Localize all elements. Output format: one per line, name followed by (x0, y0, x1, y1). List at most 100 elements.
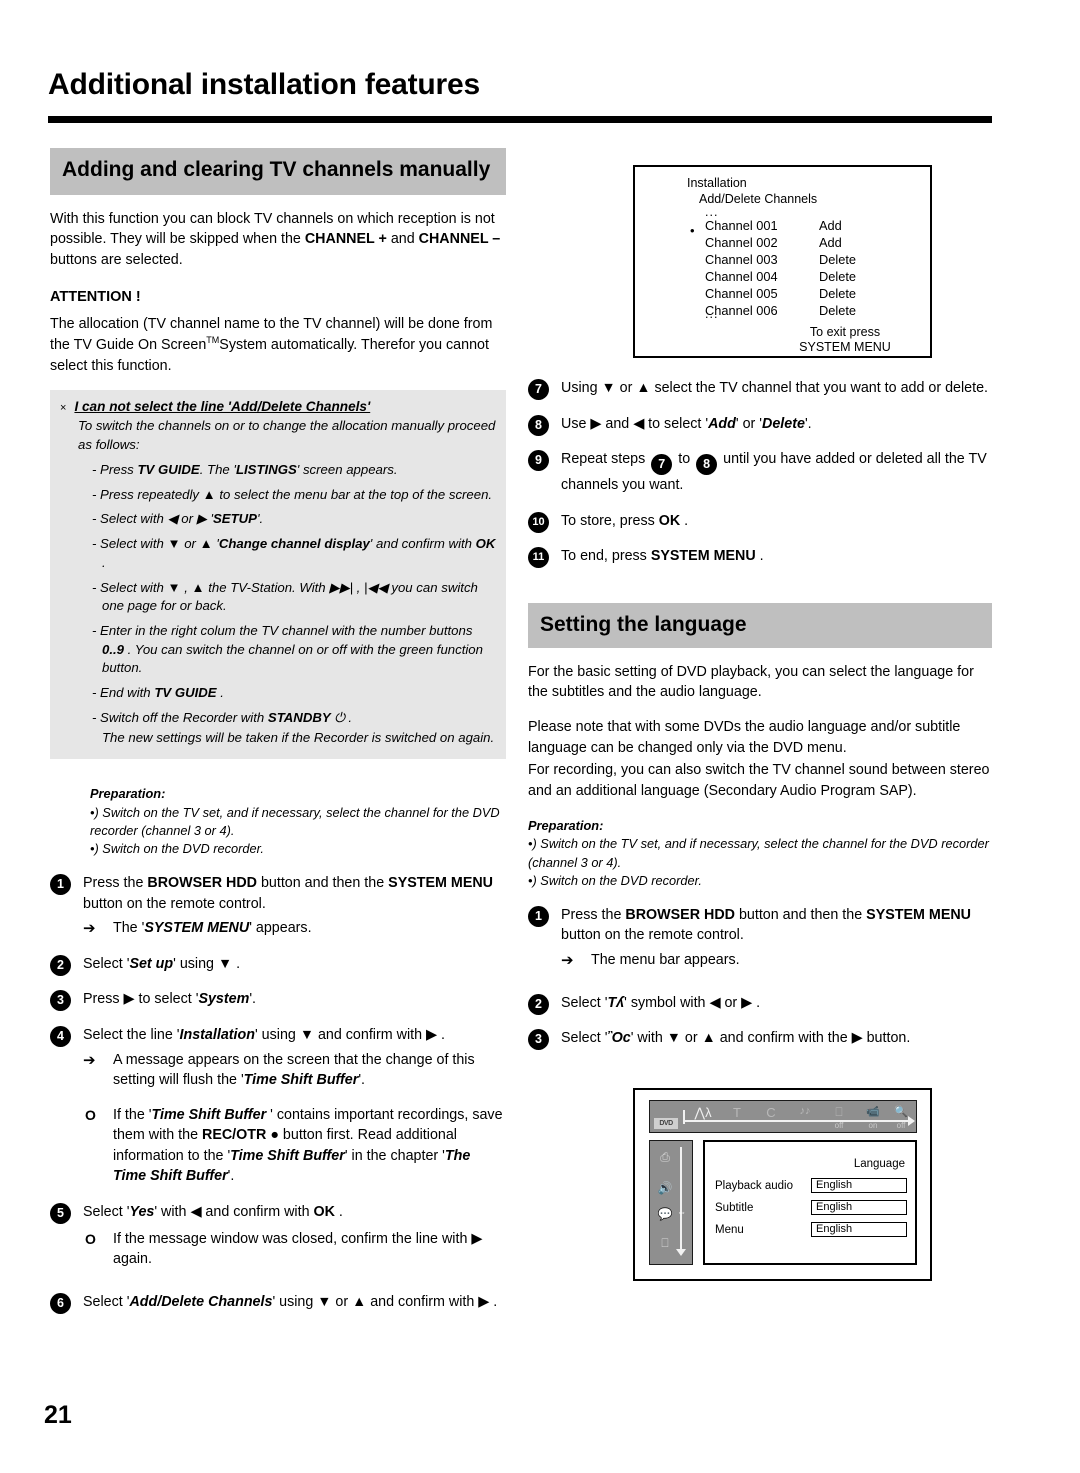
preparation-block-left: Preparation: •) Switch on the TV set, an… (90, 785, 506, 858)
tip-step-item: - End with TV GUIDE . (92, 685, 224, 701)
arrow-right-icon: ➔ (83, 920, 96, 938)
step-text: Select 'Tʎ' symbol with ◀ or ▶ . (561, 994, 761, 1011)
page-title: Additional installation features (48, 68, 480, 101)
picture-icon[interactable]: ⎙ (654, 1150, 676, 1165)
C-icon[interactable]: C (758, 1105, 784, 1120)
intro-text-b: and (390, 231, 415, 248)
audio-icon[interactable]: 🔊 (654, 1181, 676, 1195)
section-heading-setting-language: Setting the language (528, 602, 992, 648)
tv-channel-name: Channel 005 (705, 286, 778, 302)
step-text: Press the BROWSER HDD button and then th… (561, 906, 972, 944)
step-result-text: A message appears on the screen that the… (113, 1051, 475, 1089)
step-text: To store, press OK . (561, 512, 689, 529)
tv-exit-hint: To exit press SYSTEM MENU (765, 325, 925, 355)
language-paragraph-2: Please note that with some DVDs the audi… (528, 718, 961, 756)
step-number-badge: 10 (528, 511, 549, 533)
tv-channel-name: Channel 001 (705, 218, 778, 233)
tv-channel-row: Channel 003 Delete (705, 251, 856, 268)
preparation-line: •) Switch on the TV set, and if necessar… (90, 804, 500, 838)
preparation-title: Preparation: (90, 786, 166, 802)
step-2: 2 Select 'Set up' using ▼ . (50, 954, 506, 976)
step-number-badge: 5 (50, 1202, 71, 1224)
step-note-text: If the 'Time Shift Buffer ' contains imp… (113, 1106, 503, 1185)
tip-step-item: - Press TV GUIDE. The 'LISTINGS' screen … (92, 461, 398, 477)
step-number-badge: 7 (528, 379, 549, 400)
osd-screen-figure-language: DVD ⋀λ T C ♪♪ ⎕ 📹 🔍 off on off ⎙ 🔊 💬 ⎕ ⇔ (633, 1088, 932, 1281)
step-note: O If the 'Time Shift Buffer ' contains i… (83, 1105, 506, 1187)
step-number-badge: 3 (528, 1029, 549, 1051)
step-text: Use ▶ and ◀ to select 'Add' or 'Delete'. (561, 415, 812, 432)
display-icon[interactable]: ⎕ (826, 1105, 852, 1120)
osd-menu-bar: DVD ⋀λ T C ♪♪ ⎕ 📹 🔍 off on off (649, 1100, 917, 1133)
tv-channel-row: Channel 004 Delete (705, 268, 856, 285)
osd-row-value-menu[interactable]: English (811, 1222, 907, 1237)
osd-row-label-menu: Menu (715, 1224, 744, 1236)
step-text: Press ▶ to select 'System'. (83, 991, 257, 1008)
step-result: ➔ The 'SYSTEM MENU' appears. (83, 918, 506, 939)
tip-step-item: - Select with ◀ or ▶ 'SETUP'. (92, 511, 264, 527)
osd-sidebar: ⎙ 🔊 💬 ⎕ ⇔ (649, 1140, 693, 1265)
step-7: 7 Using ▼ or ▲ select the TV channel tha… (528, 378, 992, 400)
osd-row-value-subtitle[interactable]: English (811, 1200, 907, 1215)
manual-page: Additional installation features Adding … (0, 0, 1080, 1473)
tip-step-item: - Enter in the right colum the TV channe… (92, 623, 483, 676)
step-lang-3: 3 Select 'Ὂc' with ▼ or ▲ and confirm wi… (528, 1028, 992, 1051)
tv-exit-line-1: To exit press (809, 325, 881, 339)
step-text-a: Repeat steps (561, 451, 646, 468)
display-state-label: off (834, 1121, 844, 1130)
feature-icon[interactable]: ⎕ (654, 1236, 676, 1251)
tip-step-item: - Select with ▼ , ▲ the TV-Station. With… (92, 579, 478, 614)
step-result-text: The menu bar appears. (591, 952, 740, 969)
tools-icon[interactable]: ⋀λ (690, 1105, 716, 1121)
T-icon[interactable]: T (724, 1105, 750, 1120)
step-text: Select the line 'Installation' using ▼ a… (83, 1026, 445, 1043)
tv-channel-name: Channel 003 (705, 252, 778, 268)
intro-text-c: buttons are selected. (50, 252, 183, 269)
step-number-badge: 11 (528, 547, 549, 569)
osd-sidebar-arrow-icon (676, 1249, 686, 1256)
camera-icon[interactable]: 📹 (860, 1105, 886, 1118)
language-paragraph-3: For recording, you can also switch the T… (528, 762, 990, 799)
osd-sidebar-line (680, 1147, 682, 1252)
tv-channel-action: Delete (819, 252, 856, 268)
osd-row-label-subtitle: Subtitle (715, 1202, 754, 1214)
step-text: Select 'Yes' with ◀ and confirm with OK … (83, 1203, 343, 1220)
step-9: 9 Repeat steps 7 to 8 until you have add… (528, 449, 992, 496)
attention-body: The allocation (TV channel name to the T… (50, 314, 506, 377)
camera-state-label: on (868, 1121, 878, 1130)
tv-channel-row: Channel 006 Delete (705, 302, 856, 319)
tv-channel-name: Channel 002 (705, 235, 778, 251)
tip-step-item: - Switch off the Recorder with STANDBY ⏻… (92, 709, 353, 725)
step-result: ➔ The menu bar appears. (561, 950, 992, 971)
step-number-badge: 2 (528, 993, 549, 1015)
step-lang-1: 1 Press the BROWSER HDD button and then … (528, 905, 992, 971)
zoom-icon[interactable]: 🔍 (888, 1105, 914, 1118)
step-ref-badge-7: 7 (651, 454, 673, 476)
osd-row-label-playback-audio: Playback audio (715, 1180, 793, 1192)
step-number-badge: 8 (528, 414, 549, 436)
step-6: 6 Select 'Add/Delete Channels' using ▼ o… (50, 1292, 506, 1314)
page-number: 21 (44, 1401, 72, 1429)
preparation-line: •) Switch on the DVD recorder. (528, 872, 702, 888)
step-5: 5 Select 'Yes' with ◀ and confirm with O… (50, 1202, 506, 1270)
step-8: 8 Use ▶ and ◀ to select 'Add' or 'Delete… (528, 414, 992, 436)
step-text: Using ▼ or ▲ select the TV channel that … (561, 380, 989, 396)
tv-exit-line-2: SYSTEM MENU (799, 340, 891, 354)
tip-step-item: - Press repeatedly ▲ to select the menu … (92, 486, 493, 502)
tv-channel-row: Channel 001 Add (705, 217, 856, 234)
tip-title-row: × I can not select the line 'Add/Delete … (60, 397, 496, 416)
left-column: Adding and clearing TV channels manually… (50, 148, 506, 1314)
subtitle-icon[interactable]: 💬 (654, 1207, 676, 1221)
osd-selection-marker-icon: ⇔ (677, 1207, 686, 1217)
osd-row-value-playback-audio[interactable]: English (811, 1178, 907, 1193)
step-text-b: to (678, 451, 691, 468)
audio-icon[interactable]: ♪♪ (792, 1105, 818, 1117)
step-1: 1 Press the BROWSER HDD button and then … (50, 873, 506, 939)
step-text: Select 'Add/Delete Channels' using ▼ or … (83, 1293, 498, 1310)
tv-menu-subtitle: Add/Delete Channels (699, 192, 818, 206)
osd-bar-cursor (683, 1110, 685, 1124)
tip-box-cannot-select: × I can not select the line 'Add/Delete … (50, 390, 506, 760)
tip-step-note: The new settings will be taken if the Re… (102, 729, 495, 745)
step-number-badge: 1 (528, 905, 549, 927)
step-11: 11 To end, press SYSTEM MENU . (528, 546, 992, 569)
